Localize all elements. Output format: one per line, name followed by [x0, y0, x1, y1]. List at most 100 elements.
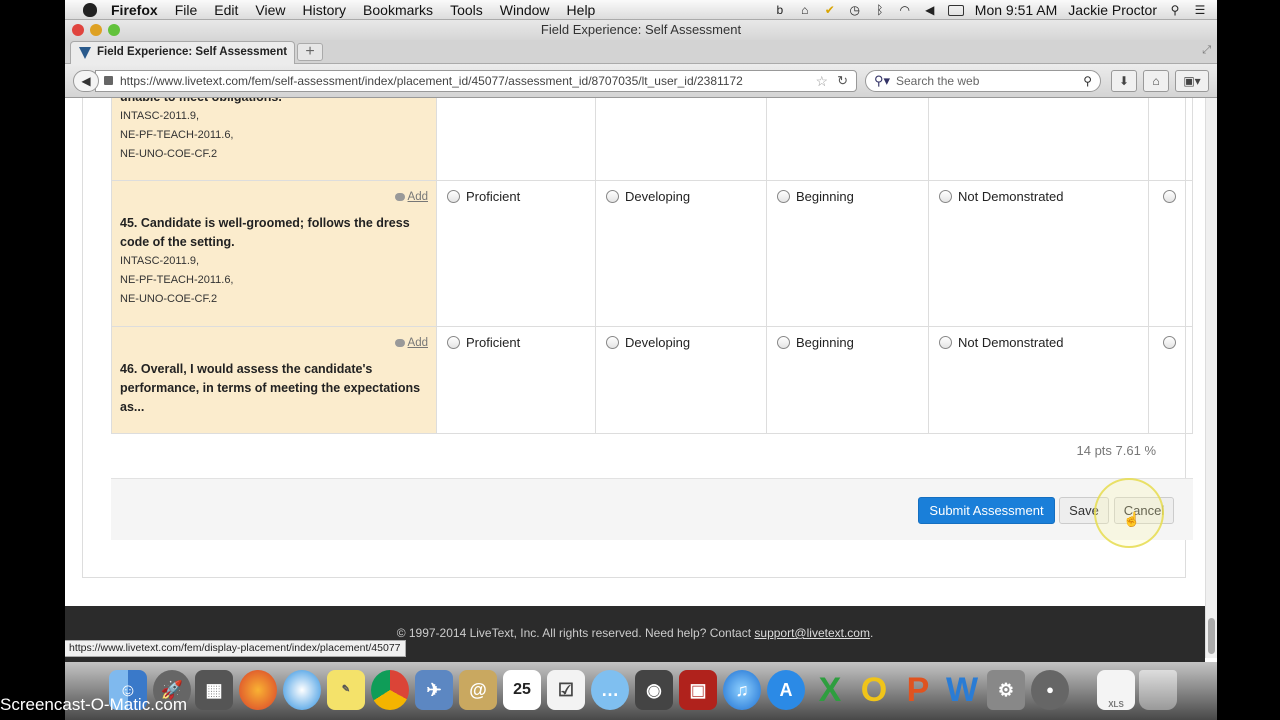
radio-button[interactable] [606, 190, 619, 203]
rating-option-proficient[interactable]: Proficient [436, 180, 596, 327]
tab-strip: Field Experience: Self Assessment + ⤢ [65, 40, 1217, 64]
volume-icon[interactable]: ◀ [923, 3, 937, 17]
menu-window[interactable]: Window [500, 2, 550, 18]
new-tab-button[interactable]: + [297, 43, 323, 61]
rating-cell [928, 98, 1149, 181]
spotlight-icon[interactable]: ⚲ [1168, 3, 1182, 17]
firefox-icon[interactable] [239, 670, 277, 710]
criterion-cell: Add 46. Overall, I would assess the cand… [111, 326, 437, 434]
trash-icon[interactable] [1139, 670, 1177, 710]
submit-assessment-button[interactable]: Submit Assessment [918, 497, 1055, 524]
itunes-icon[interactable]: ♫ [723, 670, 761, 710]
outlook-icon[interactable]: O [855, 670, 893, 710]
back-button[interactable]: ◀ [73, 70, 99, 92]
criterion-question: 46. Overall, I would assess the candidat… [120, 362, 421, 414]
bold-b-icon[interactable]: b [773, 3, 787, 17]
zoom-window-icon[interactable] [108, 24, 120, 36]
rating-option-beginning[interactable]: Beginning [766, 180, 929, 327]
menu-edit[interactable]: Edit [214, 2, 238, 18]
calendar-icon[interactable]: 25 [503, 670, 541, 710]
safari-icon[interactable] [283, 670, 321, 710]
minimize-window-icon[interactable] [90, 24, 102, 36]
search-placeholder: Search the web [896, 74, 980, 88]
add-comment-link[interactable]: Add [394, 337, 428, 349]
scrollbar-thumb[interactable] [1208, 618, 1215, 654]
menu-bar: Firefox File Edit View History Bookmarks… [65, 0, 1217, 20]
radio-button[interactable] [606, 336, 619, 349]
menu-bookmarks[interactable]: Bookmarks [363, 2, 433, 18]
menu-history[interactable]: History [302, 2, 346, 18]
radio-button[interactable] [939, 190, 952, 203]
bluetooth-icon[interactable]: ᛒ [873, 3, 887, 17]
radio-button[interactable] [1163, 336, 1176, 349]
word-icon[interactable]: W [943, 670, 981, 710]
user-name[interactable]: Jackie Proctor [1068, 2, 1157, 18]
rating-option-not-demonstrated[interactable]: Not Demonstrated [928, 180, 1149, 327]
wifi-icon[interactable]: ◠ [898, 3, 912, 17]
reload-icon[interactable]: ↻ [837, 71, 848, 91]
downloads-icon[interactable]: ⬇ [1111, 70, 1137, 92]
rating-option-na[interactable] [1148, 180, 1193, 327]
clock[interactable]: Mon 9:51 AM [975, 2, 1058, 18]
home-button-icon[interactable]: ⌂ [1143, 70, 1169, 92]
time-machine-icon[interactable]: ◷ [848, 3, 862, 17]
som-icon[interactable]: ● [1031, 670, 1069, 710]
radio-button[interactable] [1163, 190, 1176, 203]
vertical-scrollbar[interactable] [1205, 98, 1217, 658]
table-row: Add 45. Candidate is well-groomed; follo… [111, 180, 1193, 327]
rubric-table: unable to meet obligations. INTASC-2011.… [111, 98, 1193, 434]
menu-file[interactable]: File [175, 2, 198, 18]
support-email-link[interactable]: support@livetext.com [754, 626, 870, 640]
tab-active[interactable]: Field Experience: Self Assessment [70, 41, 295, 64]
utility-icon[interactable]: ▦ [195, 670, 233, 710]
reminders-icon[interactable]: ☑ [547, 670, 585, 710]
add-comment-link[interactable]: Add [394, 191, 428, 203]
radio-button[interactable] [447, 336, 460, 349]
sysprefs-icon[interactable]: ⚙ [987, 670, 1025, 710]
preview-icon[interactable]: ✈ [415, 670, 453, 710]
rating-option-developing[interactable]: Developing [595, 180, 767, 327]
radio-button[interactable] [939, 336, 952, 349]
rating-option-proficient[interactable]: Proficient [436, 326, 596, 434]
search-input[interactable]: ⚲▾ Search the web ⚲ [865, 70, 1101, 92]
contacts-icon[interactable]: @ [459, 670, 497, 710]
radio-button[interactable] [447, 190, 460, 203]
messages-icon[interactable]: … [591, 670, 629, 710]
menu-tools[interactable]: Tools [450, 2, 483, 18]
radio-button[interactable] [777, 336, 790, 349]
photobooth-icon[interactable]: ▣ [679, 670, 717, 710]
bookmark-star-icon[interactable]: ☆ [815, 71, 828, 91]
appstore-icon[interactable]: A [767, 670, 805, 710]
standard-code: NE-PF-TEACH-2011.6, [120, 129, 234, 141]
search-engine-icon[interactable]: ⚲▾ [874, 71, 890, 91]
xls-file-icon[interactable]: XLS [1097, 670, 1135, 710]
notification-list-icon[interactable]: ☰ [1193, 3, 1207, 17]
menu-app[interactable]: Firefox [111, 2, 158, 18]
excel-icon[interactable]: X [811, 670, 849, 710]
battery-icon[interactable] [947, 4, 964, 16]
powerpoint-icon[interactable]: P [899, 670, 937, 710]
fullscreen-icon[interactable]: ⤢ [1202, 44, 1211, 57]
chrome-icon[interactable] [371, 670, 409, 710]
home-icon[interactable]: ⌂ [798, 3, 812, 17]
menu-view[interactable]: View [255, 2, 285, 18]
rating-option-beginning[interactable]: Beginning [766, 326, 929, 434]
comment-icon [394, 338, 405, 347]
apple-icon[interactable] [83, 2, 97, 17]
close-window-icon[interactable] [72, 24, 84, 36]
menu-panel-icon[interactable]: ▣▾ [1175, 70, 1209, 92]
rating-option-not-demonstrated[interactable]: Not Demonstrated [928, 326, 1149, 434]
stickies-icon[interactable]: ✎ [327, 670, 365, 710]
watermark: Screencast-O-Matic.com [0, 695, 188, 714]
criterion-cell: Add 45. Candidate is well-groomed; follo… [111, 180, 437, 327]
radio-button[interactable] [777, 190, 790, 203]
rating-option-na[interactable] [1148, 326, 1193, 434]
facetime-icon[interactable]: ◉ [635, 670, 673, 710]
menu-help[interactable]: Help [567, 2, 596, 18]
lock-icon [104, 76, 113, 85]
url-bar[interactable]: https://www.livetext.com/fem/self-assess… [95, 70, 857, 92]
search-icon[interactable]: ⚲ [1083, 71, 1092, 91]
comment-icon [394, 192, 405, 201]
check-icon[interactable]: ✔ [823, 3, 837, 17]
rating-option-developing[interactable]: Developing [595, 326, 767, 434]
